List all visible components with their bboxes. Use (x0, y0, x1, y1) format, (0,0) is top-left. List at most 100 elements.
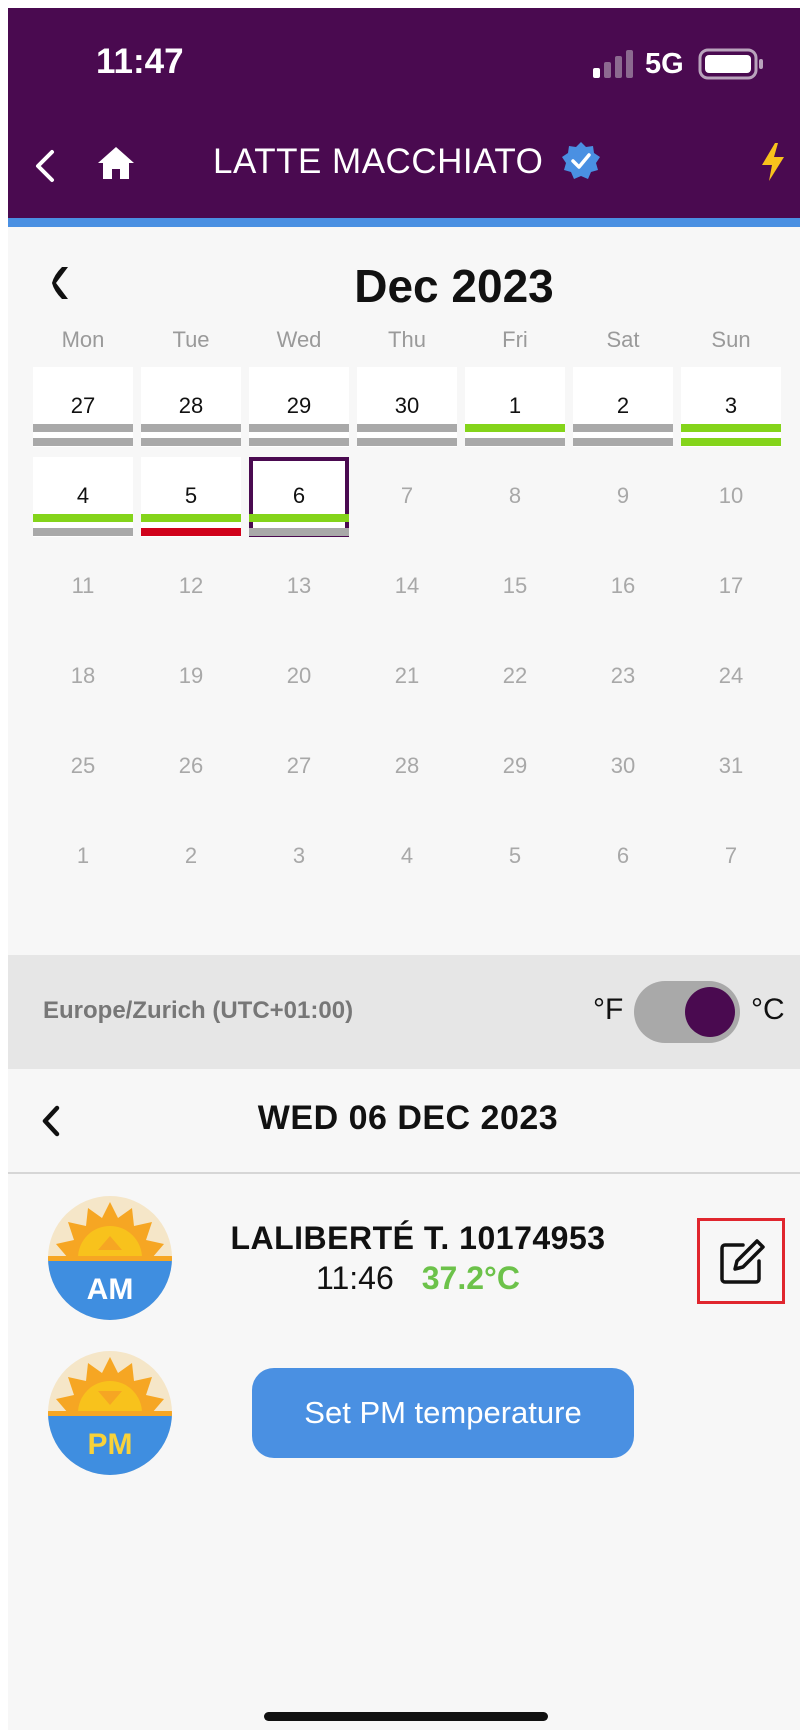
month-title: Dec 2023 (354, 260, 554, 312)
calendar-day: 8 (465, 457, 565, 537)
calendar-day-number: 15 (502, 573, 528, 598)
calendar-day-number: 3 (292, 843, 306, 868)
calendar-day-number: 23 (610, 663, 636, 688)
am-status-bar (33, 514, 133, 522)
calendar-day: 13 (249, 547, 349, 627)
calendar-day[interactable]: 2 (573, 367, 673, 447)
calendar-day: 4 (357, 817, 457, 897)
calendar-day-number: 5 (508, 843, 522, 868)
calendar-day: 29 (465, 727, 565, 807)
calendar-day: 1 (33, 817, 133, 897)
calendar-day-number: 2 (184, 843, 198, 868)
pm-badge-text: PM (88, 1428, 133, 1461)
calendar-day-number: 1 (76, 843, 90, 868)
day-navigation: WED 06 DEC 2023 (8, 1069, 800, 1174)
edit-icon (720, 1239, 765, 1284)
am-status-bar (357, 424, 457, 432)
calendar-day: 12 (141, 547, 241, 627)
pm-status-bar (573, 438, 673, 446)
weekday-label: Sun (711, 327, 751, 352)
celsius-label: °C (751, 993, 785, 1026)
calendar-day[interactable]: 29 (249, 367, 349, 447)
battery-icon (698, 48, 763, 80)
app-screen: 11:47 5G LATTE MACCHIATO Dec 2023 Mon Tu… (8, 8, 800, 1730)
calendar-day: 15 (465, 547, 565, 627)
calendar-day-number: 16 (610, 573, 636, 598)
am-status-bar (681, 424, 781, 432)
calendar-day-selected[interactable]: 6 (249, 457, 349, 537)
temperature-unit-toggle[interactable] (634, 981, 740, 1043)
verified-badge-icon (562, 142, 600, 179)
am-status-bar (33, 424, 133, 432)
flash-icon[interactable] (760, 142, 786, 182)
calendar-day-number: 17 (718, 573, 744, 598)
calendar-day-number: 4 (400, 843, 414, 868)
calendar-day-number: 22 (502, 663, 528, 688)
calendar-day: 3 (249, 817, 349, 897)
page-title: LATTE MACCHIATO (213, 142, 544, 181)
calendar-day[interactable]: 4 (33, 457, 133, 537)
calendar-day-number: 1 (508, 393, 522, 418)
edit-reading-button[interactable] (697, 1218, 785, 1304)
calendar-day-number: 26 (178, 753, 204, 778)
calendar-day: 31 (681, 727, 781, 807)
back-icon[interactable] (30, 146, 60, 186)
calendar-day-number: 3 (724, 393, 738, 418)
calendar: Dec 2023 Mon Tue Wed Thu Fri Sat Sun 27 2… (8, 227, 800, 955)
calendar-day-number: 25 (70, 753, 96, 778)
timezone-label: Europe/Zurich (UTC+01:00) (43, 997, 354, 1024)
pm-status-bar (357, 438, 457, 446)
calendar-day: 27 (249, 727, 349, 807)
calendar-day: 21 (357, 637, 457, 717)
calendar-day: 18 (33, 637, 133, 717)
pm-status-bar (249, 528, 349, 536)
calendar-day-number: 2 (616, 393, 630, 418)
calendar-day[interactable]: 27 (33, 367, 133, 447)
calendar-day: 14 (357, 547, 457, 627)
calendar-day: 26 (141, 727, 241, 807)
calendar-day-number: 27 (286, 753, 312, 778)
calendar-day-number: 24 (718, 663, 744, 688)
am-status-bar (573, 424, 673, 432)
calendar-day[interactable]: 1 (465, 367, 565, 447)
weekday-label: Sat (606, 327, 640, 352)
calendar-day-number: 6 (292, 483, 306, 508)
calendar-day-number: 7 (400, 483, 414, 508)
calendar-day: 23 (573, 637, 673, 717)
reading-temperature: 37.2°C (421, 1260, 520, 1296)
weekday-label: Fri (502, 327, 528, 352)
am-sun-icon: AM (48, 1196, 172, 1320)
reading-time: 11:46 (316, 1260, 394, 1296)
selected-day-title: WED 06 DEC 2023 (257, 1099, 559, 1137)
calendar-day-number: 31 (718, 753, 744, 778)
toggle-knob (685, 987, 735, 1037)
weekday-label: Thu (388, 327, 426, 352)
pm-sun-icon: PM (48, 1351, 172, 1475)
calendar-day: 2 (141, 817, 241, 897)
calendar-day: 9 (573, 457, 673, 537)
calendar-day: 19 (141, 637, 241, 717)
set-pm-temperature-button[interactable]: Set PM temperature (252, 1368, 634, 1458)
calendar-day: 22 (465, 637, 565, 717)
calendar-day[interactable]: 3 (681, 367, 781, 447)
header-accent-stripe (8, 218, 800, 227)
weekday-label: Mon (61, 327, 105, 352)
calendar-day-number: 10 (718, 483, 744, 508)
calendar-day[interactable]: 28 (141, 367, 241, 447)
calendar-day[interactable]: 30 (357, 367, 457, 447)
calendar-day: 17 (681, 547, 781, 627)
calendar-day: 25 (33, 727, 133, 807)
calendar-day-number: 28 (178, 393, 204, 418)
calendar-day-number: 6 (616, 843, 630, 868)
home-icon[interactable] (96, 145, 136, 181)
calendar-day-number: 13 (286, 573, 312, 598)
calendar-day: 24 (681, 637, 781, 717)
calendar-day-number: 29 (286, 393, 312, 418)
calendar-day[interactable]: 5 (141, 457, 241, 537)
pm-status-bar (141, 438, 241, 446)
weekday-label: Tue (172, 327, 210, 352)
calendar-day-number: 5 (184, 483, 198, 508)
home-indicator[interactable] (264, 1712, 548, 1721)
status-time: 11:47 (96, 42, 184, 81)
calendar-day-number: 21 (394, 663, 420, 688)
